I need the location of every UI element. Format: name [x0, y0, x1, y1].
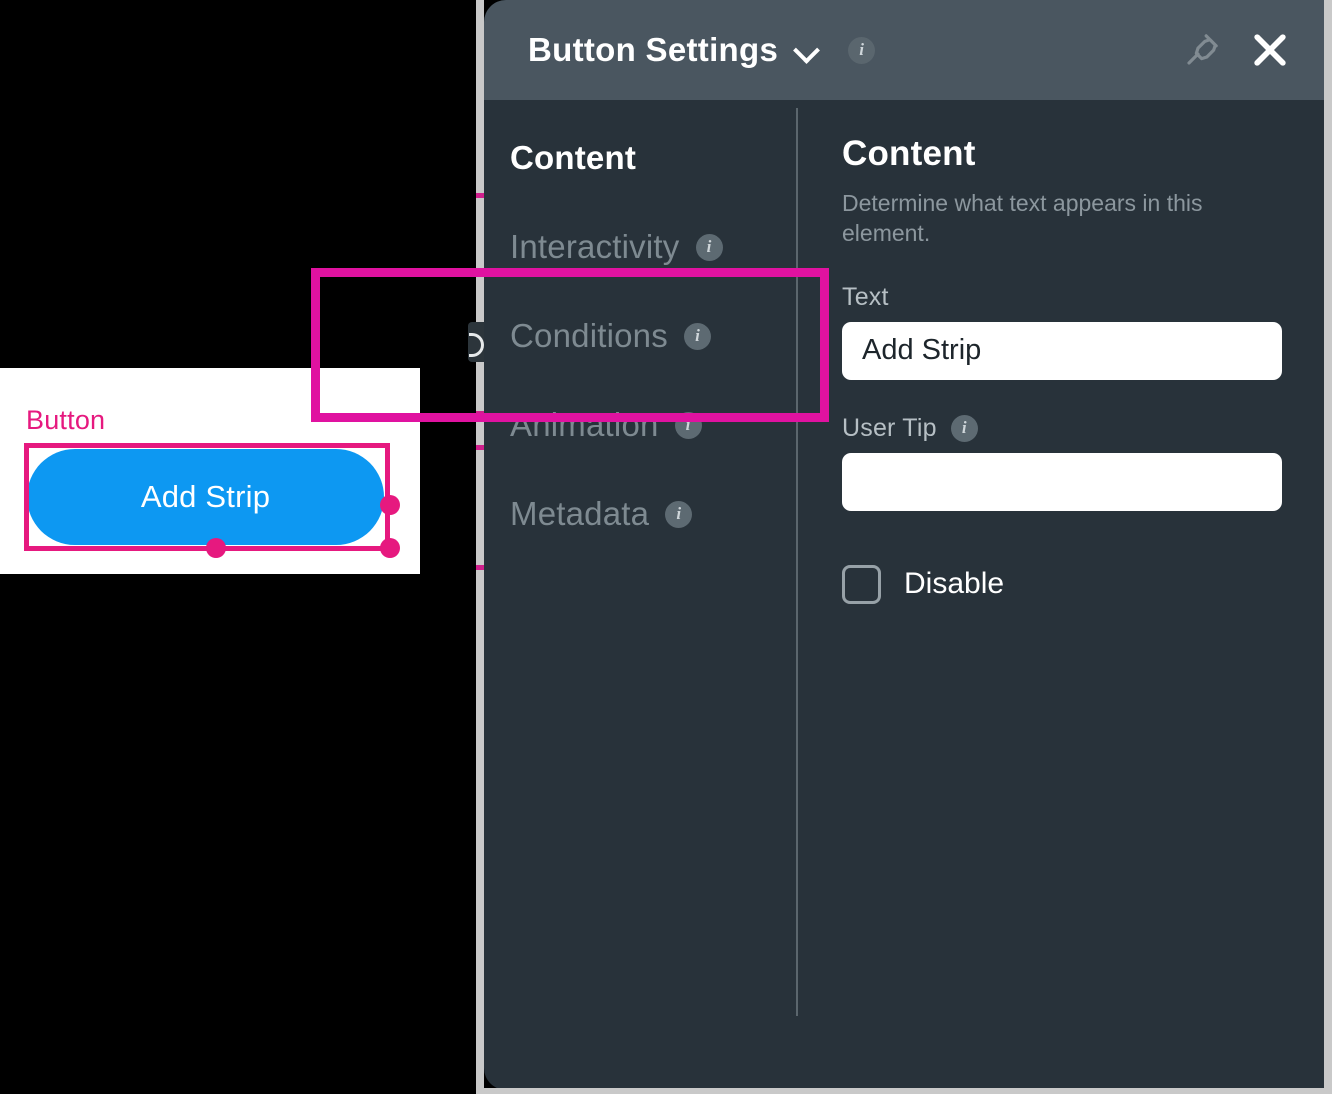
text-field-group: Text	[842, 283, 1326, 380]
button-settings-panel: Button Settings i Content Interactivity …	[484, 0, 1326, 1090]
tab-conditions[interactable]: Conditions i	[510, 312, 796, 360]
tab-metadata-label: Metadata	[510, 495, 650, 532]
tab-metadata[interactable]: Metadata i	[510, 490, 796, 538]
user-tip-field-label: User Tip	[842, 413, 937, 442]
clipped-highlight-tick	[476, 565, 484, 570]
settings-content-pane: Content Determine what text appears in t…	[796, 100, 1326, 1090]
tab-animation[interactable]: Animation i	[510, 401, 796, 449]
panel-title: Button Settings	[528, 31, 779, 68]
info-icon[interactable]: i	[674, 411, 702, 439]
resize-handle-bottom-right[interactable]	[380, 538, 400, 558]
resize-handle-middle-right[interactable]	[380, 495, 400, 515]
design-canvas[interactable]: Button Add Strip	[0, 0, 484, 1094]
info-icon[interactable]: i	[683, 322, 711, 350]
panel-right-gutter	[1324, 0, 1332, 1094]
tab-interactivity-label: Interactivity	[510, 228, 680, 265]
text-field-label-row: Text	[842, 283, 1326, 312]
close-icon[interactable]	[1248, 28, 1292, 72]
text-field-label: Text	[842, 282, 889, 311]
tab-content-label: Content	[510, 139, 637, 176]
content-section-heading: Content	[842, 134, 976, 173]
panel-header: Button Settings i	[484, 0, 1326, 100]
chevron-down-icon[interactable]	[794, 37, 820, 63]
tab-interactivity[interactable]: Interactivity i	[510, 223, 796, 271]
panel-left-gutter	[476, 0, 484, 1094]
panel-bottom-gutter	[484, 1088, 1332, 1094]
panel-body: Content Interactivity i Conditions i Ani…	[484, 100, 1326, 1090]
info-icon[interactable]: i	[695, 233, 723, 261]
disable-checkbox-label: Disable	[904, 567, 1005, 601]
user-tip-input[interactable]	[842, 452, 1282, 511]
pin-icon[interactable]	[1182, 30, 1222, 70]
settings-tab-list: Content Interactivity i Conditions i Ani…	[484, 100, 796, 1090]
screen: Button Add Strip Button Settings i Conte…	[0, 0, 1332, 1094]
clipped-highlight-tick	[476, 411, 484, 416]
user-tip-field-group: User Tip i	[842, 414, 1326, 511]
selection-bounding-box	[24, 443, 390, 551]
tab-conditions-label: Conditions	[510, 317, 668, 354]
element-type-label: Button	[26, 405, 106, 435]
info-icon[interactable]: i	[950, 414, 978, 442]
clipped-highlight-tick	[476, 193, 484, 198]
info-icon[interactable]: i	[665, 500, 693, 528]
info-icon[interactable]: i	[848, 36, 876, 64]
resize-handle-bottom-center[interactable]	[206, 538, 226, 558]
text-input[interactable]	[842, 321, 1282, 380]
content-section-description: Determine what text appears in this elem…	[842, 190, 1203, 247]
disable-checkbox-row[interactable]: Disable	[842, 564, 1326, 604]
user-tip-label-row: User Tip i	[842, 414, 1326, 443]
disable-checkbox[interactable]	[842, 564, 881, 604]
tab-animation-label: Animation	[510, 406, 659, 443]
tab-content[interactable]: Content	[510, 134, 796, 182]
clipped-highlight-tick	[476, 445, 484, 450]
